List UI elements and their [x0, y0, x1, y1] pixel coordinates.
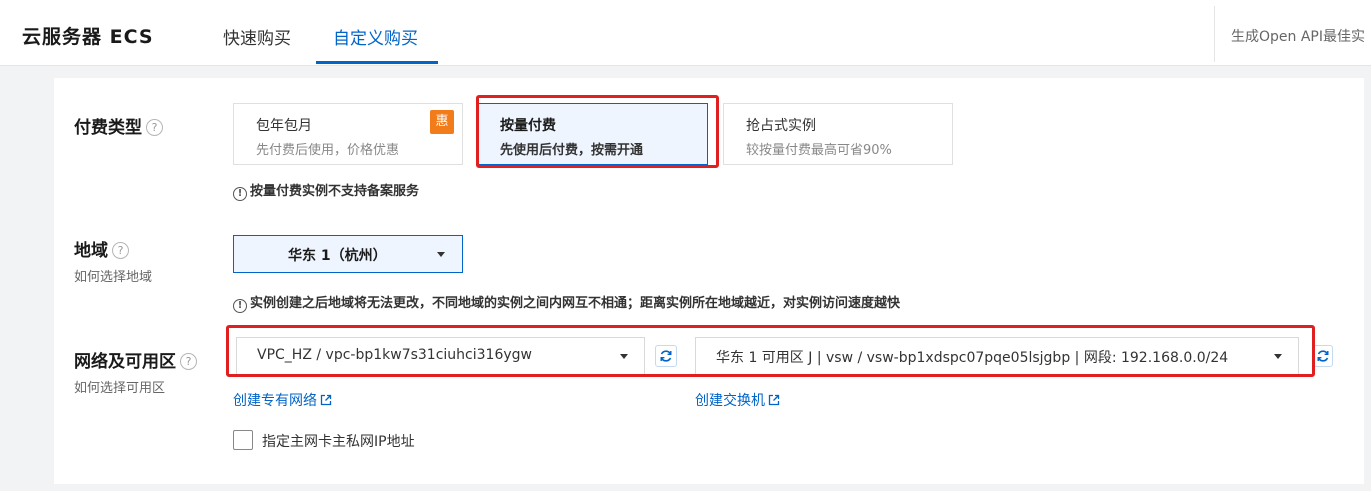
- billing-option-title: 按量付费: [500, 118, 556, 134]
- vswitch-dropdown[interactable]: 华东 1 可用区 J | vsw / vsw-bp1xdspc07pqe05ls…: [695, 337, 1299, 375]
- exclamation-circle-icon: !: [233, 187, 247, 201]
- page-title: 云服务器 ECS: [22, 26, 154, 48]
- question-circle-icon[interactable]: ?: [180, 353, 197, 370]
- vpc-dropdown[interactable]: VPC_HZ / vpc-bp1kw7s31ciuhci316ygw: [236, 337, 645, 375]
- region-dropdown[interactable]: 华东 1（杭州）: [233, 235, 463, 273]
- network-label: 网络及可用区?: [74, 347, 197, 372]
- billing-type-label: 付费类型?: [74, 113, 163, 138]
- billing-option-desc: 较按量付费最高可省90%: [746, 143, 892, 158]
- billing-option-title: 抢占式实例: [746, 118, 816, 134]
- region-note-text: 实例创建之后地域将无法更改，不同地域的实例之间内网互不相通；距离实例所在地域越近…: [250, 296, 901, 311]
- network-text: 网络及可用区: [74, 352, 176, 372]
- tab-quick-purchase[interactable]: 快速购买: [223, 24, 291, 49]
- billing-option-desc: 先付费后使用，价格优惠: [256, 143, 400, 158]
- create-vswitch-text: 创建交换机: [695, 393, 765, 409]
- refresh-icon: [660, 350, 672, 362]
- billing-note-text: 按量付费实例不支持备案服务: [250, 184, 420, 199]
- refresh-icon: [1317, 350, 1329, 362]
- caret-down-icon: [437, 252, 445, 257]
- create-vswitch-link[interactable]: 创建交换机: [695, 390, 780, 410]
- tab-custom-purchase[interactable]: 自定义购买: [333, 24, 418, 49]
- header-divider: [1214, 6, 1215, 62]
- external-link-icon: [320, 394, 332, 406]
- billing-option-preemptible[interactable]: 抢占式实例 较按量付费最高可省90%: [723, 103, 953, 165]
- billing-option-pay-as-you-go[interactable]: 按量付费 先使用后付费，按需开通: [478, 103, 708, 165]
- question-circle-icon[interactable]: ?: [146, 119, 163, 136]
- caret-down-icon: [620, 354, 628, 359]
- refresh-vswitch-button[interactable]: [1312, 345, 1333, 367]
- top-bar: 云服务器 ECS 快速购买 自定义购买 生成Open API最佳实: [0, 0, 1371, 66]
- billing-type-text: 付费类型: [74, 118, 142, 138]
- vpc-selected-value: VPC_HZ / vpc-bp1kw7s31ciuhci316ygw: [257, 347, 532, 363]
- exclamation-circle-icon: !: [233, 299, 247, 313]
- billing-option-desc: 先使用后付费，按需开通: [500, 143, 644, 158]
- active-tab-indicator: [316, 61, 438, 64]
- region-note: ! 实例创建之后地域将无法更改，不同地域的实例之间内网互不相通；距离实例所在地域越…: [233, 292, 900, 313]
- billing-note: ! 按量付费实例不支持备案服务: [233, 180, 419, 201]
- external-link-icon: [768, 394, 780, 406]
- vswitch-selected-value: 华东 1 可用区 J | vsw / vsw-bp1xdspc07pqe05ls…: [716, 350, 1229, 366]
- region-selected-value: 华东 1（杭州）: [288, 248, 387, 264]
- region-label: 地域?: [74, 236, 129, 261]
- region-text: 地域: [74, 241, 108, 261]
- caret-down-icon: [1274, 354, 1282, 359]
- region-help-link[interactable]: 如何选择地域: [74, 266, 152, 285]
- private-ip-checkbox-label[interactable]: 指定主网卡主私网IP地址: [262, 431, 415, 451]
- create-vpc-text: 创建专有网络: [233, 393, 317, 409]
- question-circle-icon[interactable]: ?: [112, 242, 129, 259]
- open-api-link[interactable]: 生成Open API最佳实: [1231, 26, 1371, 46]
- zone-help-link[interactable]: 如何选择可用区: [74, 377, 165, 396]
- private-ip-checkbox[interactable]: [233, 430, 253, 450]
- promo-badge: 惠: [430, 110, 454, 134]
- create-vpc-link[interactable]: 创建专有网络: [233, 390, 332, 410]
- billing-option-subscription[interactable]: 包年包月 先付费后使用，价格优惠: [233, 103, 463, 165]
- refresh-vpc-button[interactable]: [655, 345, 677, 367]
